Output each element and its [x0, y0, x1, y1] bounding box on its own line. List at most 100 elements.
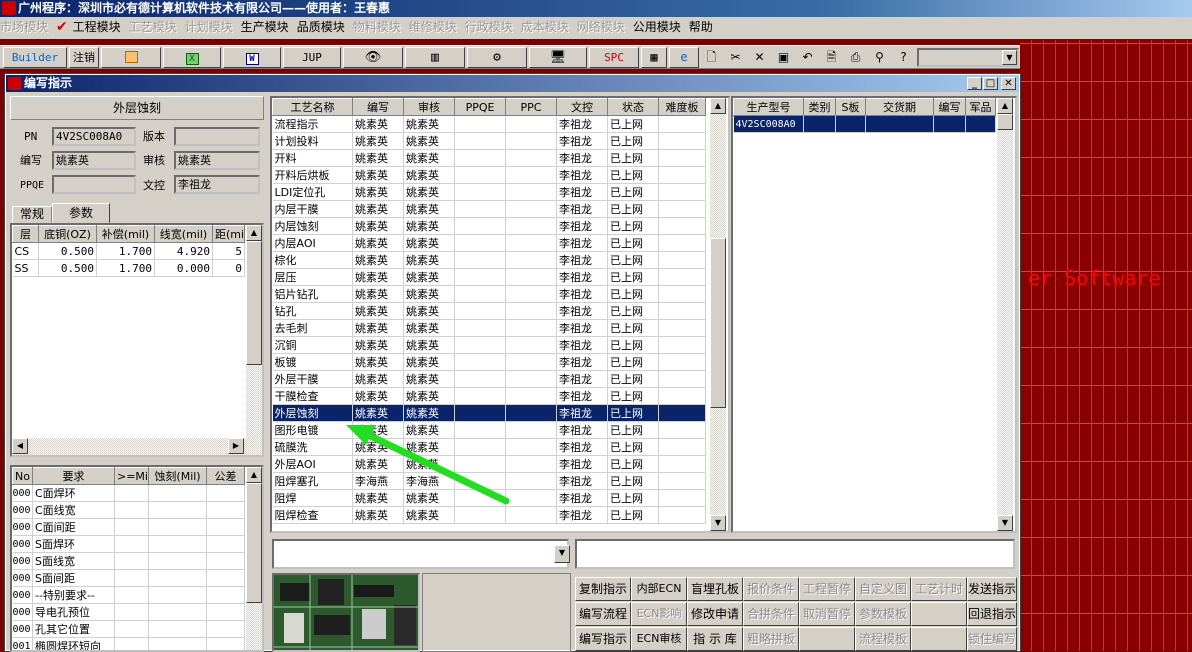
scroll-up-icon[interactable]: ▲ — [997, 98, 1013, 114]
menu-item-4[interactable]: 生产模块 — [237, 17, 293, 37]
params-header-0[interactable]: 层 — [13, 226, 39, 243]
table-row[interactable]: 干膜检查姚素英姚素英李祖龙已上网 — [273, 388, 706, 405]
req-vscroll[interactable]: ▲ — [246, 467, 262, 650]
scroll-thumb[interactable] — [246, 241, 262, 365]
scroll-down-icon[interactable]: ▼ — [997, 515, 1013, 531]
product-header-3[interactable]: 交货期 — [866, 99, 934, 116]
minimize-button[interactable]: _ — [967, 77, 982, 90]
req-header-3[interactable]: 蚀刻(Mil) — [149, 468, 207, 485]
button-复制指示[interactable]: 复制指示 — [575, 577, 631, 601]
menu-item-1[interactable]: ✔ 工程模块 — [52, 17, 125, 37]
table-row[interactable]: 000S面线宽 — [13, 553, 245, 570]
button-回退指示[interactable]: 回退指示 — [967, 602, 1017, 626]
product-header-5[interactable]: 军品 — [966, 99, 996, 116]
table-row[interactable]: 001椭圆焊环短向 — [13, 638, 245, 652]
word-module-button[interactable]: W — [223, 47, 281, 68]
scroll-left-icon[interactable]: ◀ — [12, 438, 28, 454]
excel-module-button[interactable]: X — [163, 47, 221, 68]
pn-field[interactable]: 4V2SC008A0 — [52, 127, 136, 146]
table-row[interactable]: 层压姚素英姚素英李祖龙已上网 — [273, 269, 706, 286]
tab-general[interactable]: 常规 — [12, 206, 52, 223]
calc-button[interactable]: ▦ — [641, 47, 667, 68]
button-盲埋孔板[interactable]: 盲埋孔板 — [687, 577, 743, 601]
button-内部ECN[interactable]: 内部ECN — [631, 577, 687, 601]
builder-button[interactable]: Builder — [3, 47, 67, 68]
scroll-thumb[interactable] — [710, 238, 726, 408]
ie-button[interactable]: e — [669, 47, 699, 68]
menu-item-7[interactable]: 维修模块 — [405, 17, 461, 37]
table-row[interactable]: 开料姚素英姚素英李祖龙已上网 — [273, 150, 706, 167]
tab-params[interactable]: 参数 — [52, 203, 110, 223]
print-button[interactable]: ⎙ — [846, 48, 865, 67]
table-row[interactable]: 计划投料姚素英姚素英李祖龙已上网 — [273, 133, 706, 150]
scroll-thumb[interactable] — [997, 114, 1013, 130]
menu-item-9[interactable]: 成本模块 — [517, 17, 573, 37]
table-row[interactable]: 开料后烘板姚素英姚素英李祖龙已上网 — [273, 167, 706, 184]
table-row[interactable]: 流程指示姚素英姚素英李祖龙已上网 — [273, 116, 706, 133]
network-button[interactable]: ⚙ — [467, 47, 527, 68]
process-header-3[interactable]: PPQE — [455, 99, 506, 116]
table-row[interactable]: 棕化姚素英姚素英李祖龙已上网 — [273, 252, 706, 269]
scroll-up-icon[interactable]: ▲ — [246, 467, 262, 483]
params-vscroll[interactable]: ▲ — [246, 225, 262, 440]
process-vscroll[interactable]: ▲ ▼ — [710, 98, 726, 531]
spc-button[interactable]: SPC — [589, 47, 639, 68]
table-row[interactable]: 去毛刺姚素英姚素英李祖龙已上网 — [273, 320, 706, 337]
params-header-1[interactable]: 底铜(OZ) — [39, 226, 97, 243]
cut-button[interactable]: ✂ — [726, 48, 745, 67]
req-header-0[interactable]: No — [13, 468, 33, 485]
button-编写指示[interactable]: 编写指示 — [575, 627, 631, 651]
menu-item-12[interactable]: 帮助 — [685, 17, 717, 37]
control-field[interactable]: 李祖龙 — [174, 175, 260, 194]
table-row[interactable]: 000孔其它位置 — [13, 621, 245, 638]
button-发送指示[interactable]: 发送指示 — [967, 577, 1017, 601]
product-vscroll[interactable]: ▲ ▼ — [997, 98, 1013, 531]
toolbar-combo[interactable]: ▼ — [917, 48, 1019, 67]
table-row[interactable]: 000C面焊环 — [13, 485, 245, 502]
button-编写流程[interactable]: 编写流程 — [575, 602, 631, 626]
menu-item-6[interactable]: 物料模块 — [349, 17, 405, 37]
params-hscroll[interactable]: ◀ ▶ — [12, 438, 262, 455]
jup-button[interactable]: JUP — [283, 47, 341, 68]
table-row[interactable]: SS0.5001.7000.0000 — [13, 260, 245, 277]
process-header-4[interactable]: PPC — [506, 99, 557, 116]
table-row[interactable]: 4V2SC008A0 — [734, 116, 996, 133]
table-row[interactable]: 内层蚀刻姚素英姚素英李祖龙已上网 — [273, 218, 706, 235]
ppqe-field[interactable] — [52, 175, 136, 194]
table-row[interactable]: CS0.5001.7004.9205 — [13, 243, 245, 260]
maximize-button[interactable]: □ — [983, 77, 998, 90]
table-row[interactable]: 内层AOI姚素英姚素英李祖龙已上网 — [273, 235, 706, 252]
database-button[interactable]: ▥ — [405, 47, 465, 68]
table-row[interactable]: 000S面间距 — [13, 570, 245, 587]
process-header-0[interactable]: 工艺名称 — [273, 99, 353, 116]
binoculars-button[interactable]: ⚲ — [870, 48, 889, 67]
button-ECN审核[interactable]: ECN审核 — [631, 627, 687, 651]
params-header-4[interactable]: 距(mi — [213, 226, 245, 243]
table-row[interactable]: 外层干膜姚素英姚素英李祖龙已上网 — [273, 371, 706, 388]
process-header-2[interactable]: 审核 — [404, 99, 455, 116]
table-row[interactable]: LDI定位孔姚素英姚素英李祖龙已上网 — [273, 184, 706, 201]
process-header-5[interactable]: 文控 — [557, 99, 608, 116]
menu-item-10[interactable]: 网络模块 — [573, 17, 629, 37]
ppt-module-button[interactable] — [101, 47, 161, 68]
process-combo[interactable]: ▼ — [272, 539, 569, 569]
logout-button[interactable]: 注销 — [69, 47, 99, 68]
params-header-3[interactable]: 线宽(mil) — [155, 226, 213, 243]
reviewer-field[interactable]: 姚素英 — [174, 151, 260, 170]
menu-item-0[interactable]: 市场模块 — [0, 17, 52, 37]
menu-item-5[interactable]: 品质模块 — [293, 17, 349, 37]
new-doc-button[interactable]: 🗋 — [702, 48, 721, 67]
table-row[interactable]: 铝片钻孔姚素英姚素英李祖龙已上网 — [273, 286, 706, 303]
version-field[interactable] — [174, 127, 260, 146]
help-button[interactable]: ? — [894, 48, 913, 67]
table-row[interactable]: 板镀姚素英姚素英李祖龙已上网 — [273, 354, 706, 371]
req-header-1[interactable]: 要求 — [33, 468, 115, 485]
product-header-4[interactable]: 编写 — [934, 99, 966, 116]
product-header-0[interactable]: 生产型号 — [734, 99, 804, 116]
params-header-2[interactable]: 补偿(mil) — [97, 226, 155, 243]
menu-item-3[interactable]: 计划模块 — [181, 17, 237, 37]
button-指 示 库[interactable]: 指 示 库 — [687, 627, 743, 651]
save-button[interactable]: ▣ — [774, 48, 793, 67]
product-header-1[interactable]: 类别 — [804, 99, 836, 116]
table-row[interactable]: 沉铜姚素英姚素英李祖龙已上网 — [273, 337, 706, 354]
